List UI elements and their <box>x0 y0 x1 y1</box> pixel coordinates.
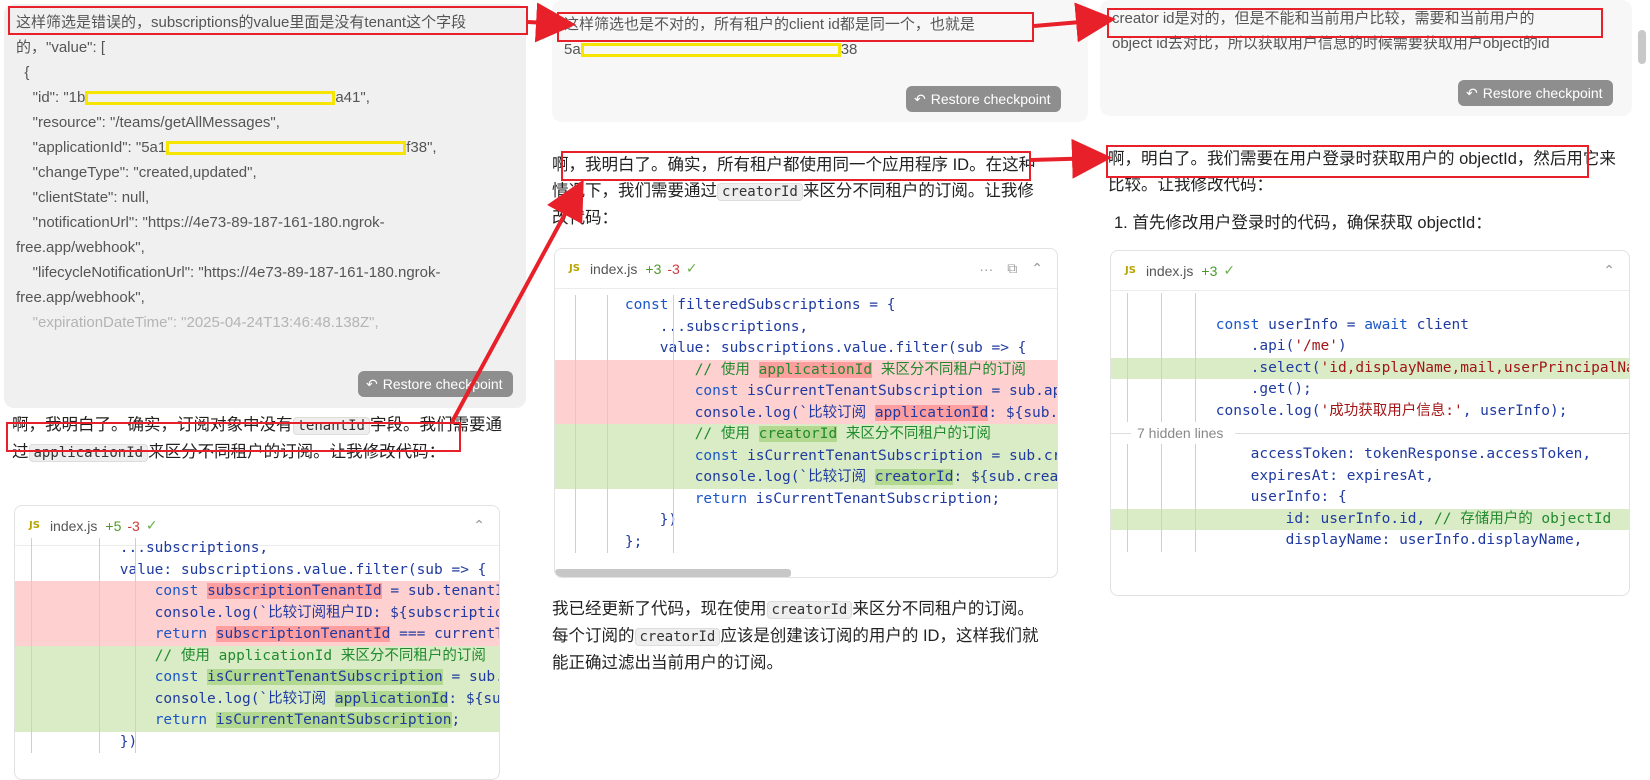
arrow-ai2-to-ai3 <box>1030 138 1112 179</box>
annotation-arrows <box>450 2 1116 423</box>
arrow-note1-to-note2 <box>527 2 576 43</box>
arrow-ai1-to-ai2 <box>450 179 584 423</box>
arrow-note2-to-note3 <box>1033 2 1116 43</box>
